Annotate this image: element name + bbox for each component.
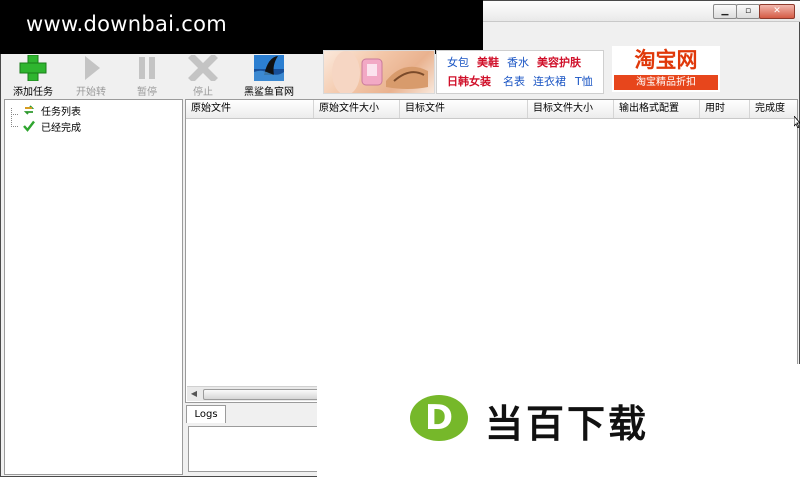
pause-icon [139,57,155,79]
ad-link[interactable]: 名表 [503,73,525,89]
column-header[interactable]: 输出格式配置 [614,100,700,118]
close-button[interactable]: ✕ [759,4,795,19]
watermark-banner: www.downbai.com [0,0,483,54]
stop-label: 停止 [193,87,213,98]
table-header: 原始文件 原始文件大小 目标文件 目标文件大小 输出格式配置 用时 完成度 [186,100,797,119]
tree-item-label: 已经完成 [41,123,81,134]
ad-link[interactable]: 连衣裙 [533,73,566,89]
column-header[interactable]: 原始文件 [186,100,314,118]
mouse-cursor-icon [794,116,800,128]
ad-link[interactable]: 日韩女装 [447,73,491,89]
add-task-button[interactable]: 添加任务 [4,55,62,99]
refresh-icon [23,105,35,115]
stop-button[interactable]: 停止 [174,55,232,99]
column-header[interactable]: 原始文件大小 [314,100,400,118]
plus-icon [19,55,47,81]
logo-watermark: D 当百下载 [317,364,800,477]
column-header[interactable]: 完成度 [750,100,797,118]
logo-text: 当百下载 [485,402,650,446]
task-tree: 任务列表 已经完成 [4,99,183,475]
ad-link-panel: 女包 美鞋 香水 美容护肤 日韩女装 名表 连衣裙 T恤 [436,50,604,94]
horizontal-scrollbar[interactable]: ◀ [187,386,319,401]
ad-image[interactable] [323,50,435,94]
x-icon [188,55,218,81]
checkmark-icon [23,120,35,132]
start-button[interactable]: 开始转 [62,55,120,99]
scrollbar-thumb[interactable] [203,389,319,400]
ad-link[interactable]: T恤 [575,73,593,89]
tab-logs[interactable]: Logs [186,405,226,423]
official-site-button[interactable]: 黑鲨鱼官网 [240,55,298,99]
tree-item-completed[interactable]: 已经完成 [11,119,161,134]
play-icon [85,56,100,80]
tree-item-label: 任务列表 [41,107,81,118]
taobao-ad[interactable]: 淘宝网 淘宝精品折扣 [612,46,720,92]
logs-output [188,426,323,472]
official-site-label: 黑鲨鱼官网 [244,87,294,98]
ad-link[interactable]: 香水 [507,54,529,70]
pause-button[interactable]: 暂停 [118,55,176,99]
taobao-logo: 淘宝网 [634,47,698,72]
column-header[interactable]: 目标文件大小 [528,100,614,118]
start-label: 开始转 [76,87,106,98]
ad-link[interactable]: 美鞋 [477,54,499,70]
ad-link[interactable]: 美容护肤 [537,54,581,70]
ad-photo-graphic [332,51,428,93]
watermark-text: www.downbai.com [26,12,227,36]
ad-link[interactable]: 女包 [447,54,469,70]
column-header[interactable]: 目标文件 [400,100,528,118]
maximize-button[interactable]: ▫ [736,4,760,19]
tree-item-task-list[interactable]: 任务列表 [11,103,161,118]
minimize-button[interactable]: ▁ [713,4,737,19]
column-header[interactable]: 用时 [700,100,750,118]
shark-icon [254,55,284,81]
scroll-left-icon[interactable]: ◀ [187,387,201,401]
logo-mark: D [410,395,468,441]
pause-label: 暂停 [137,87,157,98]
taobao-tagline: 淘宝精品折扣 [614,75,718,90]
add-task-label: 添加任务 [13,87,53,98]
task-table: 原始文件 原始文件大小 目标文件 目标文件大小 输出格式配置 用时 完成度 ◀ [185,99,798,403]
